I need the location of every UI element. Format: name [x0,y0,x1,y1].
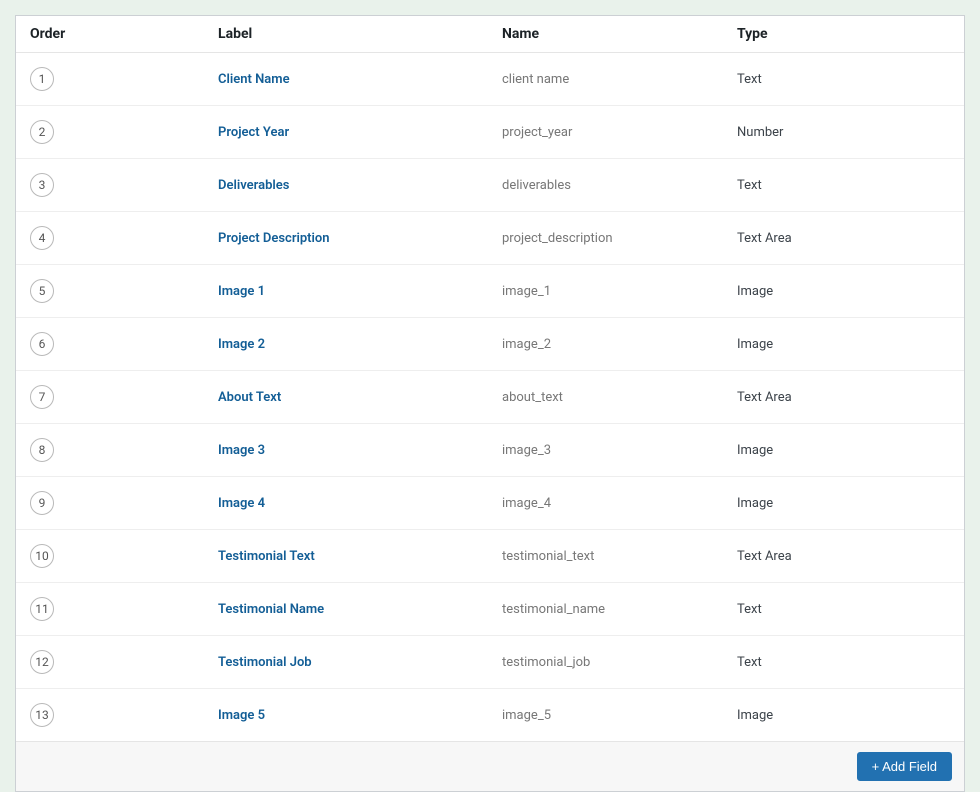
header-name: Name [502,26,737,42]
order-badge[interactable]: 2 [30,120,54,144]
field-name: testimonial_text [502,549,737,564]
field-type: Text Area [737,390,950,405]
order-badge[interactable]: 3 [30,173,54,197]
table-body: 1Client Nameclient nameText2Project Year… [16,53,964,742]
field-name: image_1 [502,284,737,299]
header-type: Type [737,26,950,42]
field-label-link[interactable]: Testimonial Name [218,602,324,617]
header-label: Label [218,26,502,42]
field-label-link[interactable]: Image 3 [218,443,265,458]
table-row[interactable]: 6 Image 2 image_2Image [16,318,964,371]
table-row[interactable]: 7 About Text about_textText Area [16,371,964,424]
add-field-button[interactable]: + Add Field [857,752,952,781]
order-badge[interactable]: 11 [30,597,54,621]
field-name: image_4 [502,496,737,511]
field-type: Text [737,178,950,193]
field-type: Image [737,443,950,458]
field-label-link[interactable]: Testimonial Text [218,549,315,564]
field-name: image_3 [502,443,737,458]
field-name: about_text [502,390,737,405]
order-badge[interactable]: 10 [30,544,54,568]
table-row[interactable]: 11 Testimonial Name testimonial_nameText [16,583,964,636]
field-label-link[interactable]: Project Description [218,231,330,246]
field-label-link[interactable]: Image 1 [218,284,265,299]
table-header: Order Label Name Type [16,16,964,53]
order-badge[interactable]: 5 [30,279,54,303]
field-label-link[interactable]: Project Year [218,125,289,140]
table-row[interactable]: 3 Deliverables deliverablesText [16,159,964,212]
field-label-link[interactable]: Image 4 [218,496,265,511]
field-name: image_5 [502,708,737,723]
table-row[interactable]: 10 Testimonial Text testimonial_textText A… [16,530,964,583]
field-name: client name [502,72,737,87]
order-badge[interactable]: 9 [30,491,54,515]
field-type: Text Area [737,549,950,564]
table-row[interactable]: 4 Project Description project_descriptionT… [16,212,964,265]
header-order: Order [30,26,218,42]
field-type: Image [737,337,950,352]
field-name: project_description [502,231,737,246]
field-label-link[interactable]: Testimonial Job [218,655,312,670]
field-type: Text Area [737,231,950,246]
field-type: Image [737,708,950,723]
field-name: deliverables [502,178,737,193]
order-badge[interactable]: 1 [30,67,54,91]
table-row[interactable]: 8 Image 3 image_3Image [16,424,964,477]
field-label-link[interactable]: Image 2 [218,337,265,352]
order-badge[interactable]: 8 [30,438,54,462]
field-type: Text [737,72,950,87]
table-row[interactable]: 5 Image 1 image_1Image [16,265,964,318]
panel-footer: + Add Field [16,742,964,791]
field-label-link[interactable]: Image 5 [218,708,265,723]
order-badge[interactable]: 12 [30,650,54,674]
table-row[interactable]: 1 Client Name client nameText [16,53,964,106]
order-badge[interactable]: 7 [30,385,54,409]
table-row[interactable]: 2 Project Year project_yearNumber [16,106,964,159]
field-type: Number [737,125,950,140]
field-type: Image [737,496,950,511]
field-type: Image [737,284,950,299]
table-row[interactable]: 13 Image 5 image_5Image [16,689,964,742]
field-type: Text [737,602,950,617]
fields-panel: Order Label Name Type 1 Client Name client… [15,15,965,792]
table-row[interactable]: 9 Image 4 image_4Image [16,477,964,530]
field-label-link[interactable]: Client Name [218,72,290,87]
order-badge[interactable]: 4 [30,226,54,250]
field-name: testimonial_name [502,602,737,617]
field-name: project_year [502,125,737,140]
field-label-link[interactable]: About Text [218,390,281,405]
field-name: image_2 [502,337,737,352]
field-label-link[interactable]: Deliverables [218,178,289,193]
table-row[interactable]: 12 Testimonial Job testimonial_jobText [16,636,964,689]
order-badge[interactable]: 6 [30,332,54,356]
field-type: Text [737,655,950,670]
order-badge[interactable]: 13 [30,703,54,727]
field-name: testimonial_job [502,655,737,670]
